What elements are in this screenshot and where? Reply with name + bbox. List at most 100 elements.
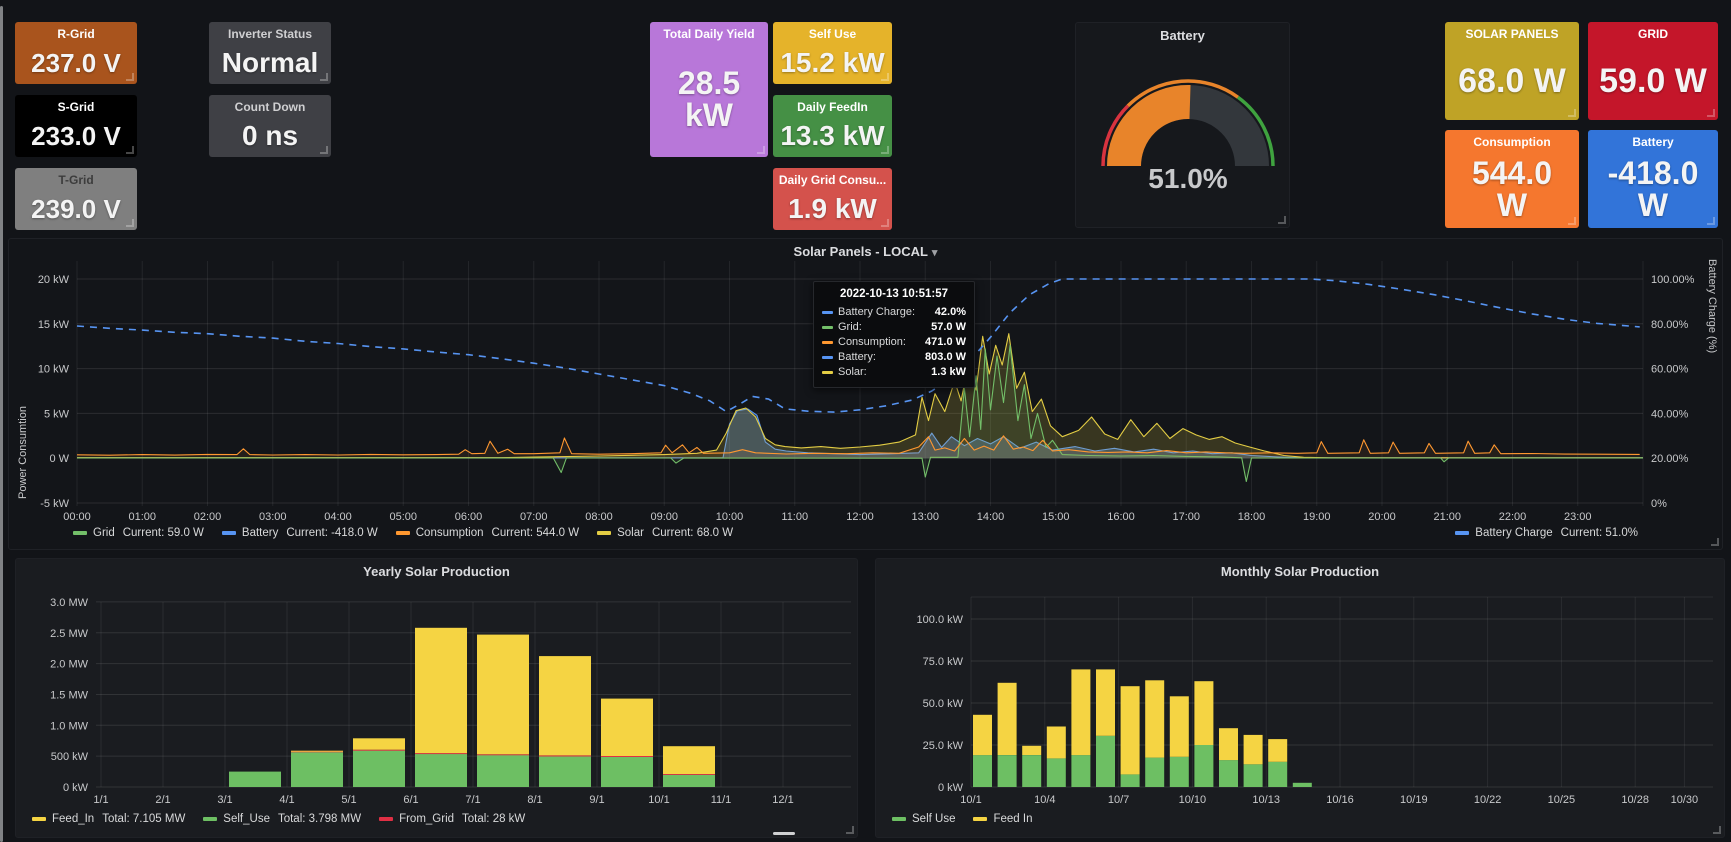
tooltip-series-value: 42.0% — [935, 305, 966, 320]
bar-feed-in — [1268, 739, 1287, 762]
horizontal-scrollbar-thumb[interactable] — [773, 832, 795, 835]
legend-series-name[interactable]: Feed In — [993, 813, 1032, 825]
x-tick: 00:00 — [63, 511, 91, 523]
battery-gauge: 51.0% — [1076, 51, 1291, 223]
legend-series-value: Current: 544.0 W — [492, 527, 580, 539]
stat-panel-inverter-status: Inverter Status Normal — [209, 22, 331, 84]
panel-title[interactable]: Daily Grid Consu... — [779, 173, 886, 187]
stat-panel-solar-panels: SOLAR PANELS 68.0 W — [1445, 22, 1579, 120]
x-tick: 9/1 — [589, 794, 604, 806]
tooltip-series-label: Solar: — [838, 365, 867, 380]
panel-title[interactable]: Count Down — [235, 100, 306, 114]
stat-panel-grid: GRID 59.0 W — [1588, 22, 1718, 120]
bar-self-use — [1194, 745, 1213, 787]
x-tick: 10/13 — [1252, 794, 1280, 806]
legend-series-name[interactable]: Battery Charge — [1475, 527, 1552, 539]
dashboard: R-Grid 237.0 V S-Grid 233.0 V T-Grid 239… — [0, 0, 1731, 842]
bar-self-use — [1071, 755, 1090, 787]
bar-self-use — [1170, 757, 1189, 787]
x-tick: 23:00 — [1564, 511, 1592, 523]
bar-feed-in — [998, 683, 1017, 755]
y-tick-right: 0% — [1651, 498, 1667, 510]
panel-title[interactable]: Inverter Status — [228, 27, 312, 41]
timeseries-panel-solar-local: Solar Panels - LOCAL▾ Power Consumtion B… — [8, 238, 1723, 550]
x-tick: 12:00 — [846, 511, 874, 523]
bar-feed-in — [291, 751, 343, 752]
panel-title[interactable]: S-Grid — [58, 100, 95, 114]
legend-item-battery-charge[interactable]: Battery ChargeCurrent: 51.0% — [1455, 527, 1638, 539]
legend-item-self-use[interactable]: Self Use — [892, 813, 955, 825]
legend-series-name[interactable]: Solar — [617, 527, 644, 539]
panel-title[interactable]: Consumption — [1473, 135, 1550, 149]
tooltip-series-dash — [822, 356, 833, 359]
stat-panel-total-daily-yield: Total Daily Yield 28.5 kW — [650, 22, 768, 157]
panel-title[interactable]: Self Use — [809, 27, 856, 41]
legend-series-value: Total: 3.798 MW — [278, 813, 361, 825]
panel-title[interactable]: Daily FeedIn — [797, 100, 868, 114]
x-tick: 8/1 — [527, 794, 542, 806]
bar-feed-in — [1145, 680, 1164, 757]
tooltip-series-value: 1.3 kW — [931, 365, 966, 380]
panel-title[interactable]: Solar Panels - LOCAL — [794, 244, 928, 259]
stat-value: -418.0 W — [1603, 149, 1703, 228]
panel-title[interactable]: Yearly Solar Production — [16, 564, 857, 579]
panel-title[interactable]: Battery — [1632, 135, 1673, 149]
x-tick: 16:00 — [1107, 511, 1135, 523]
legend-item-feed-in[interactable]: Feed_InTotal: 7.105 MW — [32, 813, 185, 825]
legend-series-name[interactable]: Self Use — [912, 813, 955, 825]
vertical-scrollbar[interactable] — [0, 6, 3, 842]
legend-series-value: Current: -418.0 W — [286, 527, 377, 539]
chart-legend: Grid Current: 59.0 W Battery Current: -418.… — [73, 527, 1638, 539]
legend-series-name[interactable]: Self_Use — [223, 813, 270, 825]
bar-feed-in — [1047, 727, 1066, 759]
tooltip-series-value: 803.0 W — [925, 350, 966, 365]
bar-from-grid — [353, 750, 405, 751]
legend-series-name[interactable]: Consumption — [416, 527, 484, 539]
x-tick: 07:00 — [520, 511, 548, 523]
panel-title[interactable]: SOLAR PANELS — [1465, 27, 1558, 41]
barchart-panel-monthly: Monthly Solar Production 100.0 kW75.0 kW… — [875, 558, 1725, 838]
stat-panel-self-use: Self Use 15.2 kW — [773, 22, 892, 84]
legend-series-value: Current: 59.0 W — [123, 527, 204, 539]
stat-panel-battery: Battery -418.0 W — [1588, 130, 1718, 228]
legend-item-grid[interactable]: Grid Current: 59.0 W — [73, 527, 204, 539]
bar-feed-in — [1219, 728, 1238, 760]
x-tick: 10/25 — [1548, 794, 1576, 806]
x-tick: 03:00 — [259, 511, 287, 523]
x-tick: 10/22 — [1474, 794, 1502, 806]
chart-legend: Feed_InTotal: 7.105 MW Self_Use Total: 3.7… — [32, 813, 525, 825]
legend-item-from-grid[interactable]: From_GridTotal: 28 kW — [379, 813, 525, 825]
legend-item-consumption[interactable]: Consumption Current: 544.0 W — [396, 527, 579, 539]
legend-series-name[interactable]: From_Grid — [399, 813, 454, 825]
bar-self-use — [1219, 760, 1238, 787]
bar-self-use — [353, 750, 405, 787]
panel-title[interactable]: GRID — [1638, 27, 1668, 41]
legend-series-value: Current: 68.0 W — [652, 527, 733, 539]
legend-series-name[interactable]: Feed_In — [52, 813, 94, 825]
stat-panel-daily-grid-consumption: Daily Grid Consu... 1.9 kW — [773, 168, 892, 230]
panel-title[interactable]: T-Grid — [58, 173, 93, 187]
stat-value: 68.0 W — [1458, 41, 1566, 120]
panel-title[interactable]: Battery — [1076, 28, 1289, 43]
bar-feed-in — [539, 656, 591, 755]
legend-series-name[interactable]: Grid — [93, 527, 115, 539]
bar-from-grid — [601, 756, 653, 757]
legend-item-self-use[interactable]: Self_Use Total: 3.798 MW — [203, 813, 361, 825]
legend-item-feed-in[interactable]: Feed In — [973, 813, 1032, 825]
x-tick: 10/7 — [1108, 794, 1129, 806]
y-tick-left: 15 kW — [38, 319, 70, 331]
panel-title-row[interactable]: Solar Panels - LOCAL▾ — [9, 244, 1722, 259]
panel-title[interactable]: Total Daily Yield — [663, 27, 754, 41]
x-tick: 10/1 — [960, 794, 981, 806]
panel-title[interactable]: R-Grid — [57, 27, 94, 41]
tooltip-row: Battery Charge:42.0% — [822, 305, 966, 320]
panel-title[interactable]: Monthly Solar Production — [876, 564, 1724, 579]
bar-self-use — [1121, 774, 1140, 787]
x-tick: 1/1 — [93, 794, 108, 806]
x-tick: 22:00 — [1499, 511, 1527, 523]
legend-series-name[interactable]: Battery — [242, 527, 278, 539]
tooltip-series-value: 471.0 W — [925, 335, 966, 350]
legend-item-solar[interactable]: Solar Current: 68.0 W — [597, 527, 733, 539]
legend-color-dash — [597, 531, 611, 535]
legend-item-battery[interactable]: Battery Current: -418.0 W — [222, 527, 378, 539]
